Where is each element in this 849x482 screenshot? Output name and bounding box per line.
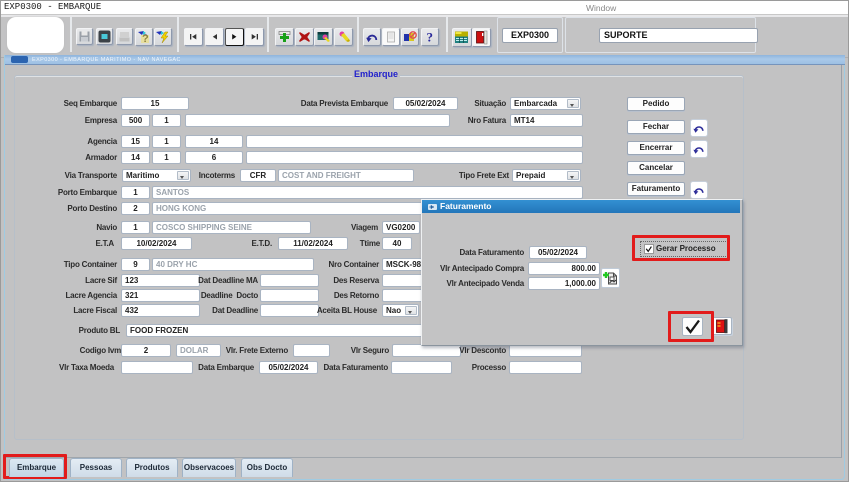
svg-text:?: ? — [426, 30, 433, 45]
